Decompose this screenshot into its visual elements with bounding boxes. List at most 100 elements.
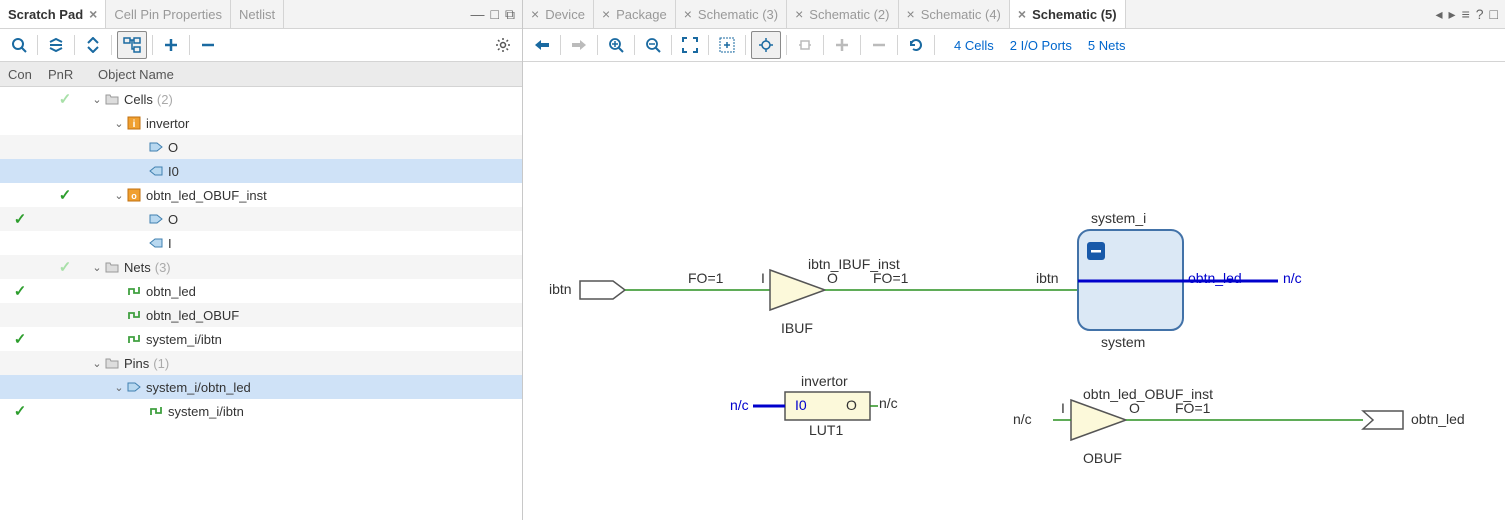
plus-icon[interactable] — [158, 32, 184, 58]
expand-schem-icon — [792, 32, 818, 58]
minimize-icon[interactable]: — — [471, 6, 485, 22]
chevron-icon[interactable]: ⌄ — [90, 357, 104, 370]
folder-icon — [104, 356, 120, 370]
comp-o-icon: o — [126, 188, 142, 202]
gear-icon[interactable] — [490, 32, 516, 58]
invertor-pin-o: O — [846, 397, 857, 413]
chevron-icon[interactable]: ⌄ — [90, 261, 104, 274]
right-tab-0[interactable]: ×Device — [523, 0, 594, 28]
help-icon[interactable]: ? — [1476, 6, 1484, 22]
close-icon[interactable]: × — [602, 7, 610, 21]
plus-schem-icon — [829, 32, 855, 58]
obuf-pin-o: O — [1129, 400, 1140, 416]
check-icon: ✓ — [59, 258, 72, 276]
invertor-type: LUT1 — [809, 422, 843, 438]
minus-schem-icon — [866, 32, 892, 58]
right-tab-1[interactable]: ×Package — [594, 0, 676, 28]
chevron-icon[interactable]: ⌄ — [112, 189, 126, 202]
tree-label: obtn_led_OBUF_inst — [146, 188, 267, 203]
tab-list-icon[interactable]: ≡ — [1462, 6, 1470, 22]
nc-1: n/c — [1283, 270, 1302, 286]
check-icon: ✓ — [14, 282, 27, 300]
tree-label: obtn_led — [146, 284, 196, 299]
back-icon[interactable] — [529, 32, 555, 58]
minus-icon[interactable] — [195, 32, 221, 58]
ibuf-type: IBUF — [781, 320, 813, 336]
hierarchy-icon[interactable] — [117, 31, 147, 59]
tree-row-11[interactable]: ⌄Pins(1) — [0, 351, 522, 375]
ports-stat[interactable]: 2 I/O Ports — [1010, 38, 1072, 53]
zoom-in-icon[interactable] — [603, 32, 629, 58]
chevron-icon[interactable]: ⌄ — [112, 117, 126, 130]
obuf-type: OBUF — [1083, 450, 1122, 466]
net-icon — [126, 332, 142, 346]
cells-stat[interactable]: 4 Cells — [954, 38, 994, 53]
check-icon: ✓ — [59, 186, 72, 204]
tab-prev-icon[interactable]: ◂ — [1436, 6, 1443, 23]
col-con[interactable]: Con — [0, 67, 48, 82]
right-tab-2[interactable]: ×Schematic (3) — [676, 0, 787, 28]
zoom-out-icon[interactable] — [640, 32, 666, 58]
tree-count: (3) — [155, 260, 171, 275]
chevron-icon[interactable]: ⌄ — [112, 381, 126, 394]
nc-4: n/c — [1013, 411, 1032, 427]
tree-label: invertor — [146, 116, 189, 131]
tree-label: Pins — [124, 356, 149, 371]
left-tab-2[interactable]: Netlist — [231, 0, 284, 28]
maximize-icon[interactable]: □ — [491, 6, 499, 22]
tree-row-8[interactable]: ✓ obtn_led — [0, 279, 522, 303]
close-icon[interactable]: × — [684, 7, 692, 21]
tree-row-13[interactable]: ✓system_i/ibtn — [0, 399, 522, 423]
right-tab-bar: ×Device×Package×Schematic (3)×Schematic … — [523, 0, 1505, 29]
tree-label: I0 — [168, 164, 179, 179]
ibuf-pin-i: I — [761, 270, 765, 286]
nc-3: n/c — [879, 395, 898, 411]
refresh-icon[interactable] — [903, 32, 929, 58]
right-tab-5[interactable]: ×Schematic (5) — [1010, 0, 1126, 28]
tree-row-2[interactable]: O — [0, 135, 522, 159]
close-icon[interactable]: × — [531, 7, 539, 21]
collapse-all-icon[interactable] — [43, 32, 69, 58]
chevron-icon[interactable]: ⌄ — [90, 93, 104, 106]
left-toolbar — [0, 29, 522, 62]
restore-icon[interactable]: ⧉ — [505, 6, 515, 23]
left-tab-1[interactable]: Cell Pin Properties — [106, 0, 231, 28]
tree-row-12[interactable]: ⌄system_i/obtn_led — [0, 375, 522, 399]
tab-next-icon[interactable]: ▸ — [1449, 6, 1456, 23]
close-icon[interactable]: × — [1018, 7, 1026, 21]
tree-row-10[interactable]: ✓system_i/ibtn — [0, 327, 522, 351]
col-pnr[interactable]: PnR — [48, 67, 98, 82]
tree-row-9[interactable]: obtn_led_OBUF — [0, 303, 522, 327]
maximize-icon[interactable]: □ — [1490, 6, 1498, 22]
nets-stat[interactable]: 5 Nets — [1088, 38, 1126, 53]
tree-row-1[interactable]: ⌄iinvertor — [0, 111, 522, 135]
tree-row-6[interactable]: I — [0, 231, 522, 255]
fanout-1b: FO=1 — [873, 270, 908, 286]
tree-count: (2) — [157, 92, 173, 107]
auto-fit-icon[interactable] — [751, 31, 781, 59]
pin-out-icon — [126, 380, 142, 394]
tab-nav-controls: ◂ ▸ ≡ ? □ — [1429, 0, 1505, 28]
schematic-canvas[interactable]: ibtn FO=1 I ibtn_IBUF_inst IBUF O FO=1 i… — [523, 62, 1505, 520]
tree-label: I — [168, 236, 172, 251]
expand-icon[interactable] — [80, 32, 106, 58]
system-i-name: system_i — [1091, 210, 1146, 226]
tree-row-4[interactable]: ✓ ⌄o obtn_led_OBUF_inst — [0, 183, 522, 207]
right-tab-3[interactable]: ×Schematic (2) — [787, 0, 898, 28]
folder-icon — [104, 260, 120, 274]
search-icon[interactable] — [6, 32, 32, 58]
right-tab-4[interactable]: ×Schematic (4) — [899, 0, 1010, 28]
col-obj[interactable]: Object Name — [98, 67, 522, 82]
close-icon[interactable]: × — [89, 7, 97, 21]
tree-row-7[interactable]: ✓⌄Nets(3) — [0, 255, 522, 279]
close-icon[interactable]: × — [795, 7, 803, 21]
zoom-fit-icon[interactable] — [677, 32, 703, 58]
tree-row-3[interactable]: I0 — [0, 159, 522, 183]
tree-label: O — [168, 212, 178, 227]
left-tab-0[interactable]: Scratch Pad× — [0, 0, 106, 28]
tree-row-5[interactable]: ✓O — [0, 207, 522, 231]
zoom-select-icon[interactable] — [714, 32, 740, 58]
nc-2: n/c — [730, 397, 749, 413]
close-icon[interactable]: × — [907, 7, 915, 21]
tree-row-0[interactable]: ✓⌄Cells(2) — [0, 87, 522, 111]
